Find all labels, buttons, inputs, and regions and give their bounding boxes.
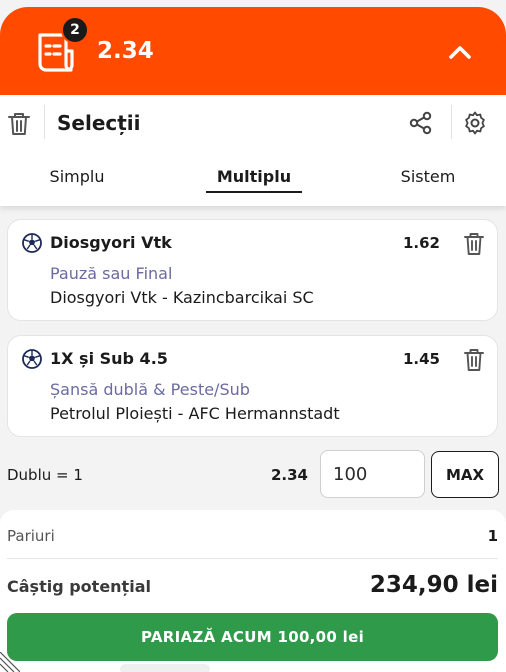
market-name: Șansă dublă & Peste/Sub (50, 380, 250, 399)
selection-card: Diosgyori Vtk 1.62 Pauză sau Final Diosg… (7, 219, 498, 321)
divider (7, 558, 498, 559)
selection-card: 1X și Sub 4.5 1.45 Șansă dublă & Peste/S… (7, 335, 498, 437)
combo-label: Dublu = 1 (7, 466, 83, 484)
trash-icon[interactable] (463, 348, 485, 372)
trash-icon[interactable] (463, 232, 485, 256)
match-name: Petrolul Ploiești - AFC Hermannstadt (50, 404, 340, 423)
selection-count-badge: 2 (61, 16, 89, 44)
tab-multiplu[interactable]: Multiplu (206, 165, 302, 191)
selection-odds: 1.62 (402, 234, 440, 252)
place-bet-button[interactable]: PARIAZĂ ACUM 100,00 lei (7, 613, 498, 661)
total-odds: 2.34 (97, 38, 154, 64)
betslip-header[interactable]: 2 2.34 (0, 7, 506, 95)
combo-odds: 2.34 (270, 466, 308, 484)
gear-icon[interactable] (462, 110, 488, 136)
decorative-pattern (0, 652, 20, 672)
active-tab-indicator (206, 191, 302, 193)
divider (44, 105, 45, 139)
tab-simplu[interactable]: Simplu (30, 165, 124, 191)
selection-odds: 1.45 (402, 350, 440, 368)
football-icon (22, 233, 42, 253)
stake-input[interactable] (320, 450, 425, 498)
match-name: Diosgyori Vtk - Kazincbarcikai SC (50, 288, 314, 307)
bets-label: Pariuri (7, 527, 55, 545)
home-indicator (120, 664, 210, 672)
tab-sistem[interactable]: Sistem (380, 165, 476, 191)
selections-toolbar: Selecții Simplu Multiplu Sistem (0, 95, 506, 206)
chevron-up-icon[interactable] (444, 37, 476, 67)
trash-icon[interactable] (6, 111, 32, 137)
max-stake-button[interactable]: MAX (431, 451, 499, 498)
market-name: Pauză sau Final (50, 264, 173, 283)
bet-summary: Pariuri 1 Câștig potențial 234,90 lei PA… (0, 510, 506, 672)
page-title: Selecții (57, 111, 141, 135)
potential-win-label: Câștig potențial (7, 577, 151, 596)
share-icon[interactable] (408, 110, 434, 136)
selection-name: Diosgyori Vtk (50, 233, 172, 252)
divider (451, 105, 452, 139)
football-icon (22, 349, 42, 369)
potential-win-value: 234,90 lei (369, 572, 498, 598)
selection-name: 1X și Sub 4.5 (50, 349, 168, 368)
bets-count: 1 (487, 527, 498, 545)
